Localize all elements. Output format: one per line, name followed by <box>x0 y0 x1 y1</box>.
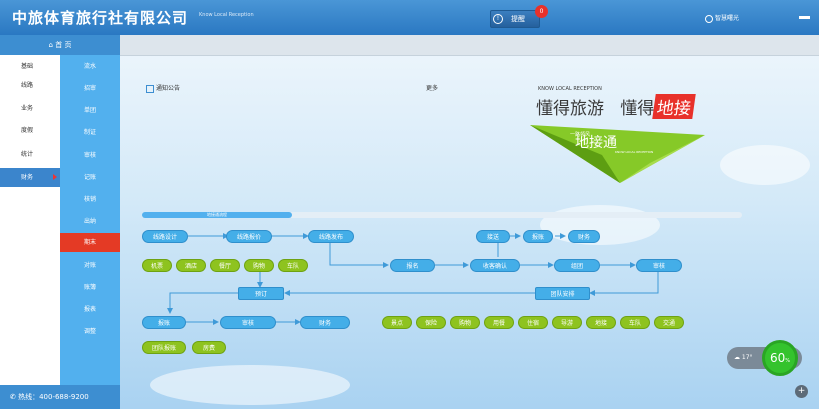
flow-step[interactable]: 线路发布 <box>308 230 354 243</box>
company-tagline: Know Local Reception <box>199 12 254 18</box>
submenu-item[interactable]: 对账 <box>60 256 120 275</box>
flow-step[interactable]: 审核 <box>636 259 682 272</box>
submenu-item[interactable]: 制证 <box>60 123 120 142</box>
submenu-item[interactable]: 出纳 <box>60 212 120 231</box>
user-icon <box>705 14 713 23</box>
cloud-icon: ☁ <box>734 354 742 361</box>
flow-step[interactable]: 财务 <box>568 230 600 243</box>
flow-step[interactable]: 预订 <box>238 287 284 300</box>
weather-percent-badge: 60% <box>762 340 798 376</box>
hotline: ✆ 热线：400-688-9200 <box>0 385 120 409</box>
phone-icon: ✆ <box>10 393 19 401</box>
header-bar: 中旅体育旅行社有限公司 Know Local Reception ! 提醒 0 智… <box>0 0 819 35</box>
arrangement-tag[interactable]: 交通 <box>654 316 684 329</box>
hotline-label: 热线：400-688-9200 <box>18 393 89 401</box>
resource-tag[interactable]: 车队 <box>278 259 308 272</box>
nav-item[interactable]: 度假 <box>0 121 60 140</box>
flow-step[interactable]: 报账 <box>523 230 553 243</box>
remind-badge: 0 <box>535 5 548 18</box>
flow-step[interactable]: 审核 <box>220 316 276 329</box>
flow-connectors <box>167 233 659 325</box>
submenu-item[interactable]: 单团 <box>60 101 120 120</box>
user-name: 智慧曙光 <box>715 15 740 22</box>
nav-item[interactable]: 线路 <box>0 76 60 95</box>
submenu-item[interactable]: 账簿 <box>60 278 120 297</box>
main-content: 通知公告 更多 KNOW LOCAL RECEPTION 懂得旅游 懂得地接 一… <box>120 35 819 409</box>
arrangement-tag[interactable]: 景点 <box>382 316 412 329</box>
company-name: 中旅体育旅行社有限公司 <box>12 9 189 27</box>
resource-tag[interactable]: 房费 <box>192 341 226 354</box>
arrangement-tag[interactable]: 车队 <box>620 316 650 329</box>
menu-toggle-button[interactable] <box>799 16 810 19</box>
nav-item[interactable]: 基础 <box>0 57 60 76</box>
flow-step[interactable]: 报账 <box>142 316 186 329</box>
nav-label: 财务 <box>21 174 34 181</box>
submenu-item-active[interactable]: 期末 <box>60 233 120 252</box>
nav-item[interactable]: 业务 <box>0 99 60 118</box>
arrangement-tag[interactable]: 用餐 <box>484 316 514 329</box>
zoom-in-icon[interactable]: + <box>795 385 808 398</box>
submenu-item[interactable]: 招审 <box>60 79 120 98</box>
nav-item[interactable]: 统计 <box>0 145 60 164</box>
home-label: 首 页 <box>55 41 72 49</box>
arrangement-tag[interactable]: 保险 <box>416 316 446 329</box>
flow-step[interactable]: 财务 <box>300 316 350 329</box>
nav-item-active[interactable]: 财务 <box>0 168 60 187</box>
flow-step[interactable]: 报名 <box>390 259 435 272</box>
submenu-item[interactable]: 记账 <box>60 168 120 187</box>
arrangement-tag[interactable]: 地接 <box>586 316 616 329</box>
remind-button[interactable]: ! 提醒 <box>490 10 540 28</box>
flow-step[interactable]: 收客确认 <box>470 259 520 272</box>
app-window: 中旅体育旅行社有限公司 Know Local Reception ! 提醒 0 智… <box>0 0 819 409</box>
flow-step[interactable]: 团队安排 <box>535 287 590 300</box>
sidebar: ⌂ 首 页 基础 线路 业务 度假 统计 财务 流水 招审 单团 制证 审核 记… <box>0 35 120 409</box>
arrangement-tag[interactable]: 购物 <box>450 316 480 329</box>
resource-tag[interactable]: 机票 <box>142 259 172 272</box>
clock-icon: ! <box>493 14 503 24</box>
arrangement-tag[interactable]: 住宿 <box>518 316 548 329</box>
remind-label: 提醒 <box>511 15 525 23</box>
submenu-item[interactable]: 流水 <box>60 57 120 76</box>
home-link[interactable]: ⌂ 首 页 <box>0 35 120 55</box>
resource-tag[interactable]: 购物 <box>244 259 274 272</box>
submenu-item[interactable]: 报表 <box>60 300 120 319</box>
flow-step[interactable]: 线路设计 <box>142 230 188 243</box>
submenu-item[interactable]: 调整 <box>60 322 120 341</box>
resource-tag[interactable]: 团队报账 <box>142 341 186 354</box>
flow-step[interactable]: 线路报价 <box>226 230 272 243</box>
submenu-item[interactable]: 核销 <box>60 190 120 209</box>
weather-temp: 17° <box>741 354 753 361</box>
user-menu[interactable]: 智慧曙光 <box>705 13 739 23</box>
arrow-right-icon <box>53 174 57 180</box>
resource-tag[interactable]: 餐厅 <box>210 259 240 272</box>
weather-percent-unit: % <box>785 358 791 364</box>
resource-tag[interactable]: 酒店 <box>176 259 206 272</box>
flow-step[interactable]: 组团 <box>554 259 600 272</box>
weather-percent: 60 <box>769 351 786 365</box>
flow-step[interactable]: 接送 <box>476 230 510 243</box>
submenu-item[interactable]: 审核 <box>60 146 120 165</box>
arrangement-tag[interactable]: 导游 <box>552 316 582 329</box>
